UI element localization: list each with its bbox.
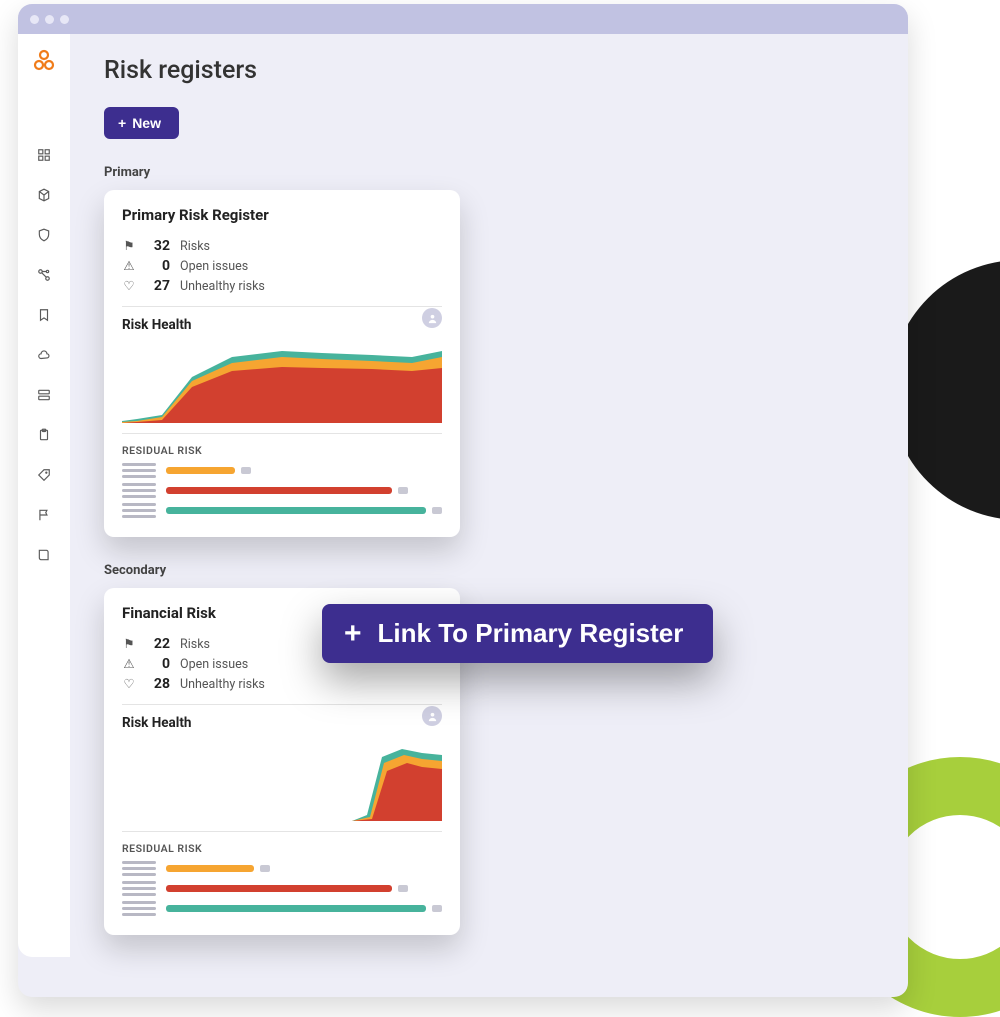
- residual-risk-title: RESIDUAL RISK: [122, 831, 442, 855]
- stat-value: 0: [146, 656, 170, 672]
- avatar-icon: [422, 706, 442, 726]
- stat-unhealthy: ♡ 27 Unhealthy risks: [122, 278, 442, 294]
- row-legend-icon: [122, 881, 156, 896]
- app-window: Risk registers + New Primary Primary Ris…: [18, 4, 908, 997]
- book-icon[interactable]: [35, 546, 53, 564]
- flag-icon[interactable]: [35, 506, 53, 524]
- avatar-icon: [422, 308, 442, 328]
- dashboard-icon[interactable]: [35, 146, 53, 164]
- heart-icon: ♡: [122, 676, 136, 692]
- stat-value: 32: [146, 238, 170, 254]
- card-title: Primary Risk Register: [122, 206, 442, 224]
- server-icon[interactable]: [35, 386, 53, 404]
- row-legend-icon: [122, 503, 156, 518]
- heart-icon: ♡: [122, 278, 136, 294]
- plus-icon: +: [344, 619, 362, 649]
- row-legend-icon: [122, 901, 156, 916]
- shield-icon[interactable]: [35, 226, 53, 244]
- row-legend-icon: [122, 861, 156, 876]
- sidebar: [18, 34, 70, 957]
- risk-health-title: Risk Health: [122, 715, 442, 731]
- stat-label: Risks: [180, 637, 210, 652]
- stat-value: 28: [146, 676, 170, 692]
- stat-label: Open issues: [180, 657, 248, 672]
- link-button-label: Link To Primary Register: [378, 618, 684, 649]
- network-icon[interactable]: [35, 266, 53, 284]
- stat-value: 27: [146, 278, 170, 294]
- app-logo-icon: [32, 48, 56, 72]
- main-content: Risk registers + New Primary Primary Ris…: [70, 34, 908, 957]
- stat-label: Unhealthy risks: [180, 677, 265, 692]
- primary-stats: ⚑ 32 Risks ⚠ 0 Open issues ♡ 27 Unhealth…: [122, 238, 442, 307]
- section-secondary-label: Secondary: [104, 563, 874, 578]
- flag-icon: ⚑: [122, 636, 136, 652]
- window-control-dot: [60, 15, 69, 24]
- stat-unhealthy: ♡ 28 Unhealthy risks: [122, 676, 442, 692]
- plus-icon: +: [118, 115, 126, 131]
- page-title: Risk registers: [104, 56, 874, 85]
- stat-open-issues: ⚠ 0 Open issues: [122, 258, 442, 274]
- residual-risk-title: RESIDUAL RISK: [122, 433, 442, 457]
- row-legend-icon: [122, 463, 156, 478]
- row-legend-icon: [122, 483, 156, 498]
- residual-risk-bars-primary: [122, 463, 442, 518]
- tag-icon[interactable]: [35, 466, 53, 484]
- warning-icon: ⚠: [122, 258, 136, 274]
- window-control-dot: [45, 15, 54, 24]
- residual-risk-bars-secondary: [122, 861, 442, 916]
- stat-label: Risks: [180, 239, 210, 254]
- window-titlebar: [18, 4, 908, 34]
- cube-icon[interactable]: [35, 186, 53, 204]
- section-primary-label: Primary: [104, 165, 874, 180]
- flag-icon: ⚑: [122, 238, 136, 254]
- stat-value: 0: [146, 258, 170, 274]
- new-button[interactable]: + New: [104, 107, 179, 139]
- risk-health-title: Risk Health: [122, 317, 442, 333]
- stat-label: Open issues: [180, 259, 248, 274]
- bookmark-icon[interactable]: [35, 306, 53, 324]
- primary-risk-card[interactable]: Primary Risk Register ⚑ 32 Risks ⚠ 0 Ope…: [104, 190, 460, 537]
- cloud-icon[interactable]: [35, 346, 53, 364]
- clipboard-icon[interactable]: [35, 426, 53, 444]
- risk-health-chart-primary: [122, 337, 442, 423]
- stat-label: Unhealthy risks: [180, 279, 265, 294]
- stat-value: 22: [146, 636, 170, 652]
- risk-health-chart-secondary: [122, 735, 442, 821]
- stat-risks: ⚑ 32 Risks: [122, 238, 442, 254]
- new-button-label: New: [132, 115, 161, 131]
- window-control-dot: [30, 15, 39, 24]
- link-to-primary-button[interactable]: + Link To Primary Register: [322, 604, 713, 663]
- warning-icon: ⚠: [122, 656, 136, 672]
